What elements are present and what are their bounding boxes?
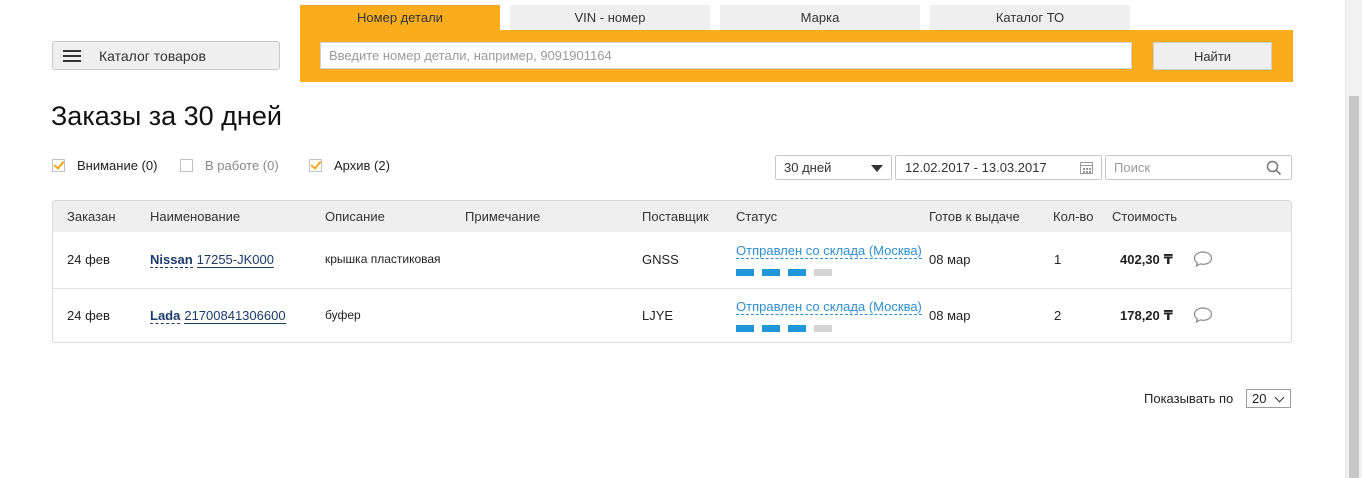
ready-date: 08 мар <box>929 252 971 267</box>
column-cost: Стоимость <box>1112 209 1178 224</box>
period-select[interactable]: 30 дней <box>775 155 892 180</box>
per-page-label: Показывать по <box>1144 391 1234 406</box>
brand-link[interactable]: Nissan <box>150 252 193 268</box>
date-range-value: 12.02.2017 - 13.03.2017 <box>905 160 1047 175</box>
supplier: GNSS <box>642 252 679 267</box>
item-name: Lada 21700841306600 <box>150 308 286 324</box>
column-status: Статус <box>736 209 778 224</box>
ordered-date: 24 фев <box>67 252 110 267</box>
part-number-search-input[interactable] <box>320 42 1132 69</box>
filter-archive-label: Архив (2) <box>334 158 390 173</box>
column-ready: Готов к выдаче <box>929 209 1020 224</box>
column-ordered: Заказан <box>67 209 116 224</box>
quantity: 1 <box>1054 252 1062 267</box>
item-description: буфер <box>325 308 361 322</box>
column-name: Наименование <box>150 209 241 224</box>
brand-link[interactable]: Lada <box>150 308 181 324</box>
scrollbar-thumb[interactable] <box>1349 96 1359 478</box>
item-description: крышка пластиковая <box>325 252 441 266</box>
filter-archive[interactable]: Архив (2) <box>309 158 390 173</box>
tab-vin[interactable]: VIN - номер <box>510 5 710 30</box>
per-page-select[interactable]: 20 <box>1246 389 1291 408</box>
supplier: LJYE <box>642 308 674 323</box>
orders-search-input[interactable] <box>1105 155 1292 180</box>
filter-in-progress-checkbox[interactable] <box>180 159 193 172</box>
date-range-field[interactable]: 12.02.2017 - 13.03.2017 <box>895 155 1102 180</box>
table-header: Заказан Наименование Описание Примечание… <box>53 201 1291 232</box>
filter-attention-checkbox[interactable] <box>52 159 65 172</box>
orders-table: Заказан Наименование Описание Примечание… <box>52 200 1292 343</box>
item-name: Nissan 17255-JK000 <box>150 252 274 268</box>
status-link[interactable]: Отправлен со склада (Москва) <box>736 243 922 259</box>
page-scrollbar[interactable] <box>1345 0 1362 478</box>
filter-in-progress[interactable]: В работе (0) <box>180 158 279 173</box>
column-description: Описание <box>325 209 385 224</box>
page-title: Заказы за 30 дней <box>51 101 282 131</box>
currency-sign: ₸ <box>1163 252 1173 267</box>
part-number-link[interactable]: 17255-JK000 <box>196 252 274 268</box>
filter-in-progress-label: В работе (0) <box>205 158 279 173</box>
cost: 402,30 ₸ <box>1120 252 1173 268</box>
price-value: 402,30 <box>1120 252 1160 267</box>
filter-archive-checkbox[interactable] <box>309 159 322 172</box>
comment-icon[interactable] <box>1193 306 1213 324</box>
tab-part-number[interactable]: Номер детали <box>300 5 500 30</box>
table-row: 24 фев Lada 21700841306600 буфер LJYE Отп… <box>53 288 1291 342</box>
chevron-down-icon <box>1274 392 1285 403</box>
ordered-date: 24 фев <box>67 308 110 323</box>
part-number-link[interactable]: 21700841306600 <box>184 308 286 324</box>
tab-brand[interactable]: Марка <box>720 5 920 30</box>
price-value: 178,20 <box>1120 308 1160 323</box>
filter-attention[interactable]: Внимание (0) <box>52 158 157 173</box>
ready-date: 08 мар <box>929 308 971 323</box>
filter-attention-label: Внимание (0) <box>77 158 158 173</box>
caret-down-icon <box>871 165 883 172</box>
menu-icon <box>63 49 81 62</box>
catalog-button-label: Каталог товаров <box>99 47 206 64</box>
comment-icon[interactable] <box>1193 250 1213 268</box>
table-row: 24 фев Nissan 17255-JK000 крышка пластико… <box>53 232 1291 289</box>
currency-sign: ₸ <box>1163 308 1173 323</box>
search-icon[interactable] <box>1266 160 1282 176</box>
period-select-value: 30 дней <box>784 160 832 175</box>
calendar-icon[interactable] <box>1080 162 1093 174</box>
column-qty: Кол-во <box>1053 209 1094 224</box>
quantity: 2 <box>1054 308 1062 323</box>
status-link[interactable]: Отправлен со склада (Москва) <box>736 299 922 315</box>
per-page-value: 20 <box>1252 391 1267 406</box>
find-button[interactable]: Найти <box>1153 42 1272 70</box>
catalog-button[interactable]: Каталог товаров <box>52 41 280 70</box>
tab-maintenance-catalog[interactable]: Каталог ТО <box>930 5 1130 30</box>
column-note: Примечание <box>465 209 541 224</box>
cost: 178,20 ₸ <box>1120 308 1173 324</box>
column-supplier: Поставщик <box>642 209 709 224</box>
